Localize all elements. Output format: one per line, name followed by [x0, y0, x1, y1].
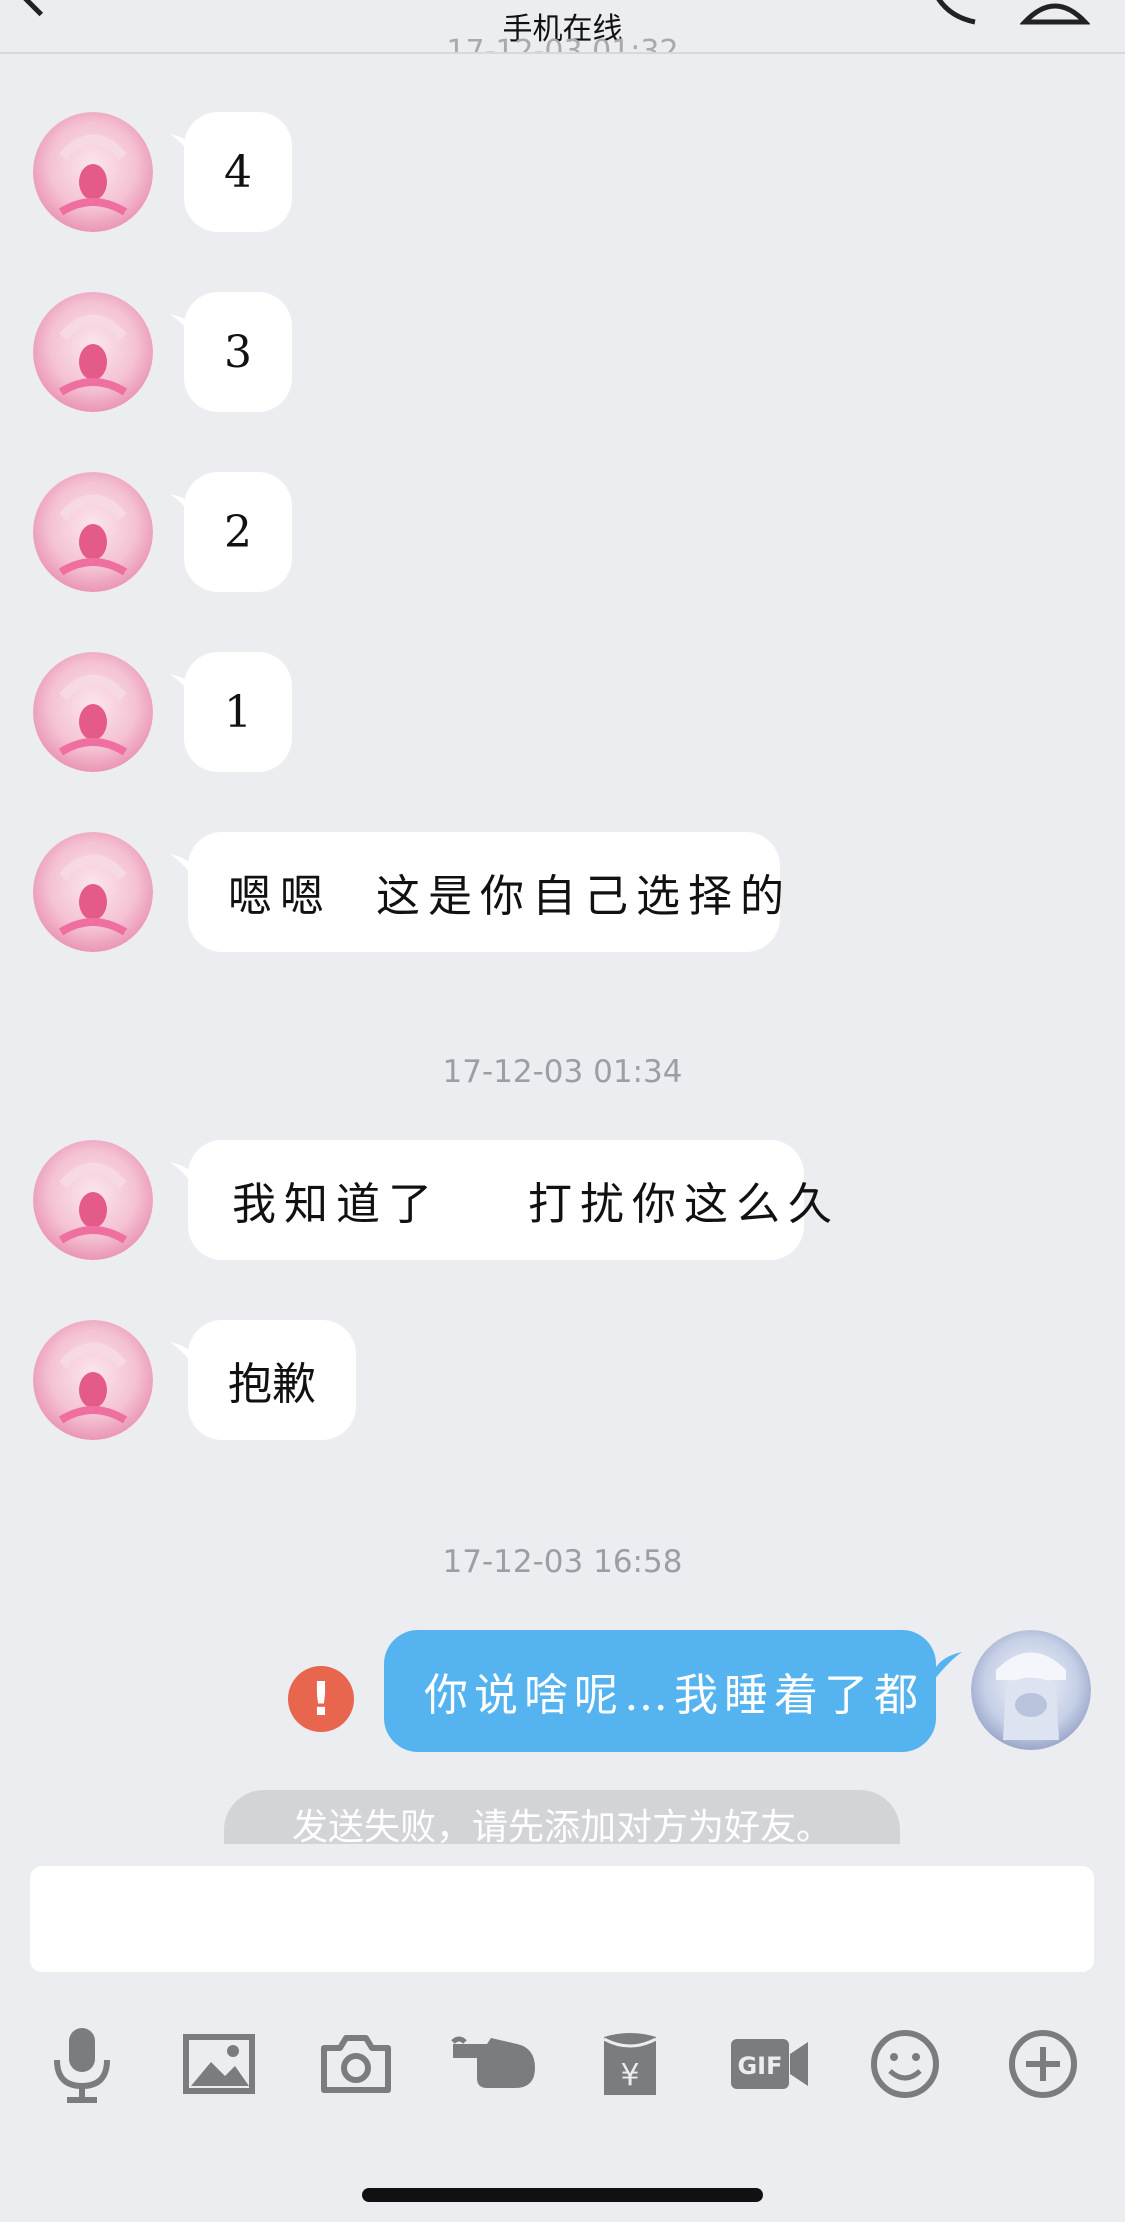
contact-avatar[interactable] — [33, 1320, 153, 1440]
outgoing-message-bubble[interactable]: 你说啥呢…我睡着了都 — [384, 1630, 936, 1752]
contact-avatar[interactable] — [33, 832, 153, 952]
phone-icon[interactable] — [920, 0, 990, 30]
svg-text:GIF: GIF — [737, 2052, 782, 2080]
microphone-icon[interactable] — [32, 2014, 132, 2114]
input-panel: ¥ GIF — [0, 1844, 1125, 2222]
contact-avatar[interactable] — [33, 652, 153, 772]
red-packet-icon[interactable]: ¥ — [580, 2014, 680, 2114]
contact-avatar[interactable] — [33, 1140, 153, 1260]
message-bubble[interactable]: 3 — [184, 292, 292, 412]
send-failed-icon[interactable]: ! — [288, 1666, 354, 1732]
gif-icon[interactable]: GIF — [720, 2014, 820, 2114]
svg-text:¥: ¥ — [620, 2058, 639, 2093]
home-indicator[interactable] — [362, 2188, 763, 2202]
send-failed-notice: 发送失败，请先添加对方为好友。 — [224, 1790, 900, 1844]
contact-avatar[interactable] — [33, 292, 153, 412]
my-avatar[interactable] — [971, 1630, 1091, 1750]
contact-avatar[interactable] — [33, 472, 153, 592]
timestamp-partial: 17-12-03 01:32 — [446, 34, 679, 52]
profile-icon[interactable] — [1020, 0, 1090, 30]
toolbar: ¥ GIF — [0, 2014, 1125, 2124]
message-bubble[interactable]: 嗯嗯 这是你自己选择的 — [188, 832, 784, 952]
message-bubble[interactable]: 1 — [184, 652, 292, 772]
poke-hand-icon[interactable] — [443, 2014, 543, 2114]
timestamp: 17-12-03 01:34 — [442, 1054, 683, 1090]
plus-icon[interactable] — [993, 2014, 1093, 2114]
emoji-icon[interactable] — [855, 2014, 955, 2114]
timestamp: 17-12-03 16:58 — [442, 1544, 683, 1580]
message-bubble[interactable]: 我知道了 打扰你这么久 — [188, 1140, 832, 1260]
image-icon[interactable] — [169, 2014, 269, 2114]
contact-avatar[interactable] — [33, 112, 153, 232]
bubble-tail — [934, 1652, 962, 1680]
message-bubble[interactable]: 2 — [184, 472, 292, 592]
message-input[interactable] — [30, 1866, 1094, 1972]
camera-icon[interactable] — [306, 2014, 406, 2114]
message-bubble[interactable]: 抱歉 — [188, 1320, 356, 1440]
chat-area[interactable]: 4 3 2 1 嗯嗯 这是你自己选择的 17-12-03 01:34 我知道了 … — [0, 54, 1125, 1844]
message-bubble[interactable]: 4 — [184, 112, 292, 232]
